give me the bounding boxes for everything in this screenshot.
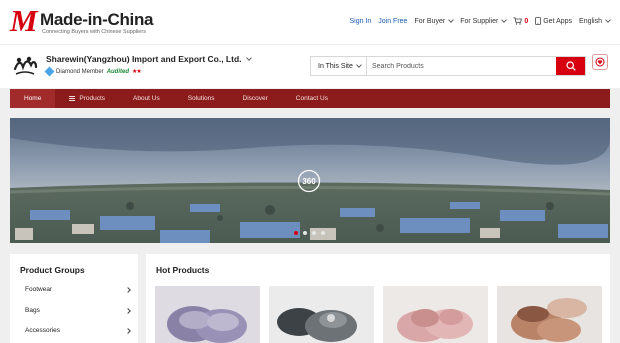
favorite-button[interactable]	[592, 54, 608, 70]
site-search: In This Site	[310, 56, 586, 76]
chevron-down-icon	[356, 61, 362, 68]
product-image-pink-slippers[interactable]	[383, 286, 488, 343]
cart-link[interactable]: 0	[513, 17, 528, 25]
product-image-grey-slippers[interactable]	[269, 286, 374, 343]
menu-icon	[69, 96, 76, 101]
carousel-dot[interactable]	[312, 231, 316, 235]
for-supplier-menu[interactable]: For Supplier	[460, 16, 508, 25]
sign-in-link[interactable]: Sign In	[349, 18, 371, 25]
language-menu[interactable]: English	[579, 16, 611, 25]
search-scope-label: In This Site	[318, 62, 353, 70]
nav-about-us[interactable]: About Us	[119, 89, 174, 108]
logo-mark: M	[10, 3, 38, 38]
group-item-footwear[interactable]: Footwear	[25, 286, 131, 293]
top-bar: M Made-in-China Connecting Buyers with C…	[0, 0, 620, 44]
logo-name: Made-in-China	[40, 10, 154, 29]
chevron-right-icon	[125, 307, 131, 314]
nav-discover[interactable]: Discover	[229, 89, 282, 108]
for-buyer-label: For Buyer	[414, 17, 446, 25]
carousel-dots	[294, 231, 325, 235]
nav-solutions-label: Solutions	[187, 95, 215, 102]
company-badges: Diamond Member Audited ★★	[44, 66, 142, 77]
for-supplier-label: For Supplier	[460, 17, 499, 25]
top-links: Sign In Join Free For Buyer For Supplier…	[349, 16, 611, 25]
made-in-china-logo[interactable]: M Made-in-China Connecting Buyers with C…	[10, 3, 154, 38]
company-name: Sharewin(Yangzhou) Import and Export Co.…	[46, 54, 242, 64]
group-item-bags[interactable]: Bags	[25, 307, 131, 314]
carousel-dot[interactable]	[303, 231, 307, 235]
main-nav: Home Products About Us Solutions Discove…	[10, 89, 610, 108]
nav-about-us-label: About Us	[133, 95, 160, 102]
carousel-dot[interactable]	[321, 231, 325, 235]
get-apps-link[interactable]: Get Apps	[535, 17, 572, 25]
company-bar: Sharewin(Yangzhou) Import and Export Co.…	[0, 44, 620, 88]
group-item-label: Bags	[25, 307, 40, 314]
diamond-icon	[44, 66, 55, 77]
search-icon	[565, 61, 576, 71]
360-view-icon[interactable]: 360	[297, 169, 321, 193]
nav-discover-label: Discover	[242, 95, 268, 102]
chevron-down-icon	[448, 16, 455, 23]
audited-badge[interactable]: Audited	[107, 69, 129, 75]
get-apps-label: Get Apps	[543, 17, 573, 25]
hot-products-panel: Hot Products	[146, 254, 610, 343]
join-free-link[interactable]: Join Free	[378, 18, 407, 25]
search-scope-select[interactable]: In This Site	[311, 57, 367, 75]
nav-products[interactable]: Products	[55, 89, 119, 108]
product-groups-panel: Product Groups Footwear Bags Accessories	[10, 254, 138, 343]
logo-tagline: Connecting Buyers with Chinese Suppliers	[42, 29, 146, 35]
nav-contact-us[interactable]: Contact Us	[282, 89, 342, 108]
chevron-down-icon	[245, 54, 252, 61]
nav-products-label: Products	[79, 95, 105, 102]
company-name-link[interactable]: Sharewin(Yangzhou) Import and Export Co.…	[46, 54, 252, 64]
group-item-label: Accessories	[25, 327, 61, 334]
rating-stars: ★★	[132, 69, 142, 75]
group-item-accessories[interactable]: Accessories	[25, 327, 131, 334]
chevron-down-icon	[501, 16, 508, 23]
search-button[interactable]	[556, 57, 585, 75]
company-logo[interactable]	[12, 55, 38, 77]
group-item-label: Footwear	[25, 286, 53, 293]
mobile-icon	[535, 17, 542, 25]
product-image-purple-slippers[interactable]	[155, 286, 260, 343]
product-groups-title: Product Groups	[20, 265, 85, 275]
carousel-dot[interactable]	[294, 231, 298, 235]
language-label: English	[579, 17, 602, 25]
cart-icon	[513, 17, 523, 25]
nav-contact-us-label: Contact Us	[295, 95, 328, 102]
cart-count: 0	[524, 17, 529, 25]
heart-icon	[595, 57, 605, 67]
chevron-right-icon	[125, 286, 131, 293]
nav-home-label: Home	[24, 95, 42, 102]
nav-home[interactable]: Home	[10, 89, 56, 108]
chevron-down-icon	[605, 16, 611, 23]
hot-products-title: Hot Products	[156, 265, 210, 275]
for-buyer-menu[interactable]: For Buyer	[414, 16, 455, 25]
360-label: 360	[302, 177, 316, 186]
search-input[interactable]	[367, 57, 556, 75]
membership-label: Diamond Member	[56, 68, 104, 75]
product-image-fur-slippers[interactable]	[497, 286, 602, 343]
nav-solutions[interactable]: Solutions	[174, 89, 229, 108]
chevron-right-icon	[125, 327, 131, 334]
